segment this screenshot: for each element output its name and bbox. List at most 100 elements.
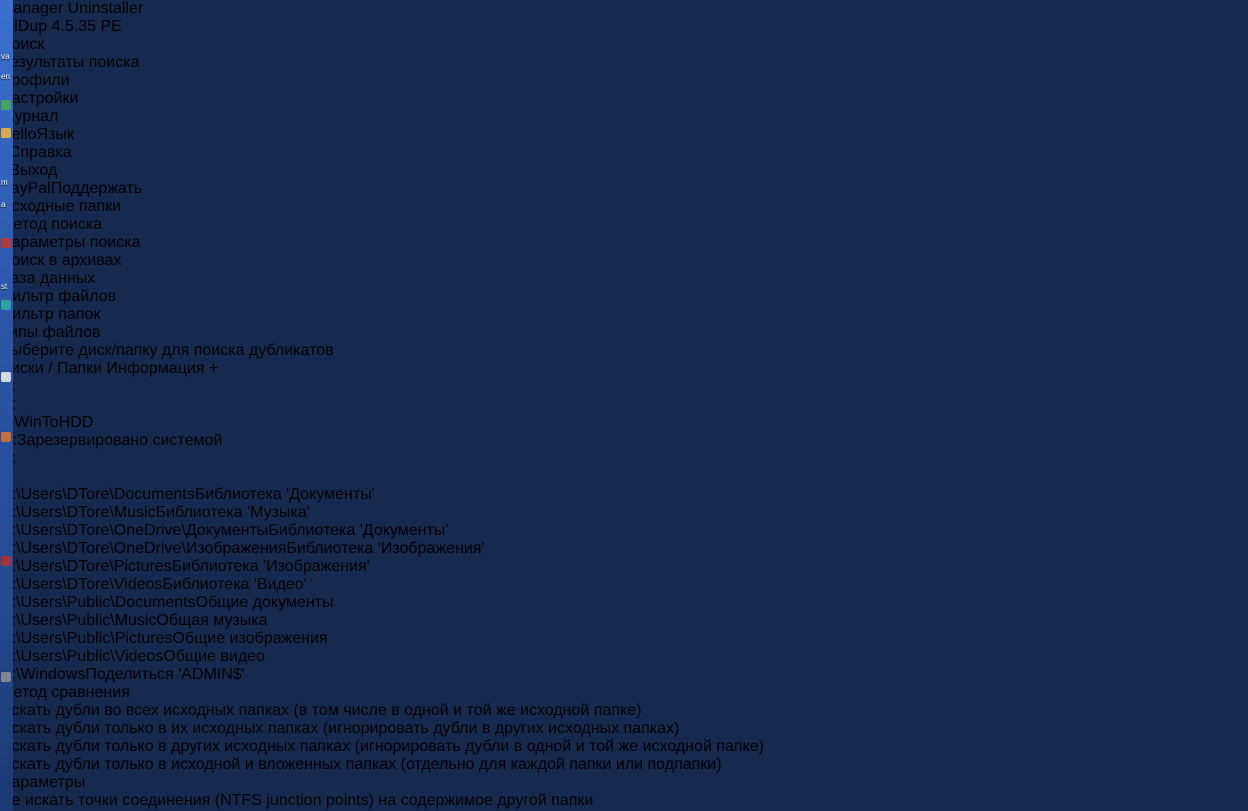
desktop-label-fragment: m <box>1 178 8 187</box>
row-info: Общие изображения <box>172 630 328 647</box>
table-row[interactable]: C:\Users\DTore\DocumentsБиблиотека 'Доку… <box>0 486 1248 504</box>
table-row[interactable]: C:\Users\Public\PicturesОбщие изображени… <box>0 630 1248 648</box>
archive-search-button[interactable]: Поиск в архивах <box>0 252 1248 270</box>
row-path: C:\Users\DTore\Documents <box>0 486 195 503</box>
row-info: Библиотека 'Изображения' <box>286 540 485 557</box>
table-row[interactable]: C:\Users\DTore\MusicБиблиотека 'Музыка' <box>0 504 1248 522</box>
search-results-button[interactable]: Результаты поиска <box>0 54 1248 72</box>
desktop-icon-fragment <box>1 128 11 138</box>
table-row[interactable]: C:\Users\DTore\OneDrive\ДокументыБиблиот… <box>0 522 1248 540</box>
folder-filter-label: Фильтр папок <box>0 306 101 323</box>
alldup-window: AllDup 4.5.35 PE Поиск Результаты поиска П… <box>0 18 1248 811</box>
source-folders-button[interactable]: Исходные папки <box>0 198 1248 216</box>
row-info: Общая музыка <box>156 612 268 629</box>
desktop-icon-fragment <box>1 238 11 248</box>
column-header-info[interactable]: Информация <box>107 360 205 377</box>
folder-filter-button[interactable]: Фильтр папок <box>0 306 1248 324</box>
table-row[interactable]: C:\Users\Public\VideosОбщие видео <box>0 648 1248 666</box>
search-options-button[interactable]: Параметры поиска <box>0 234 1248 252</box>
window-title: AllDup 4.5.35 PE <box>0 18 122 35</box>
table-row[interactable]: G:Зарезервировано системой <box>0 432 1248 450</box>
parameter-options: Не искать точки соединения (NTFS junctio… <box>0 792 1248 811</box>
log-button[interactable]: Журнал <box>0 108 1248 126</box>
row-info: Общие видео <box>163 648 265 665</box>
table-row[interactable]: C:\Users\DTore\VideosБиблиотека 'Видео' <box>0 576 1248 594</box>
desktop-icon-fragment <box>1 100 11 110</box>
search-options-label: Параметры поиска <box>0 234 141 251</box>
main-toolbar: Поиск Результаты поиска Профили Настройки Жу… <box>0 36 1248 198</box>
table-row[interactable]: C:\Users\Public\DocumentsОбщие документы <box>0 594 1248 612</box>
desktop-bottom-edge: Manager Uninstaller <box>0 0 1248 18</box>
search-button[interactable]: Поиск <box>0 36 1248 54</box>
titlebar: AllDup 4.5.35 PE <box>0 18 1248 36</box>
row-path: C:\Users\DTore\OneDrive\Изображения <box>0 540 287 557</box>
help-label: Справка <box>8 144 72 161</box>
radio-label: Искать дубли во всех исходных папках (в … <box>0 702 642 719</box>
desktop-icon-fragment <box>1 556 11 566</box>
row-path: C:\Users\Public\Videos <box>0 648 164 665</box>
parameter-option[interactable]: Не искать точки соединения (NTFS junctio… <box>0 792 1248 810</box>
desktop-label-fragment: a <box>1 200 6 209</box>
archive-search-label: Поиск в архивах <box>0 252 122 269</box>
row-path: C:\Users\Public\Music <box>0 612 157 629</box>
database-button[interactable]: База данных <box>0 270 1248 288</box>
desktop-icon-fragment <box>1 672 11 682</box>
language-label: Язык <box>36 126 74 143</box>
search-settings-toolbar: Исходные папки Метод поиска Параметры поис… <box>0 198 1248 342</box>
row-path: C:\Users\DTore\OneDrive\Документы <box>0 522 269 539</box>
compare-method-group: Метод сравнения Искать дубли во всех исх… <box>0 684 1248 774</box>
desktop-right-edge <box>1237 0 1248 811</box>
table-row[interactable]: C: <box>0 378 1248 396</box>
row-info: Библиотека 'Документы' <box>268 522 449 539</box>
row-info: WinToHDD <box>14 414 94 431</box>
desktop-left-edge: va en m a st <box>0 0 13 811</box>
donate-button[interactable]: PayPalПоддержать <box>0 180 1248 198</box>
desktop-icon-fragment <box>1 432 11 442</box>
compare-method-option[interactable]: Искать дубли во всех исходных папках (в … <box>0 702 1248 720</box>
column-header-drives-folders[interactable]: Диски / Папки <box>0 360 102 377</box>
exit-button[interactable]: ×Выход <box>0 162 1248 180</box>
file-filter-button[interactable]: Фильтр файлов <box>0 288 1248 306</box>
table-rows: C:D:F:WinToHDDG:Зарезервировано системой… <box>0 378 1248 684</box>
source-folders-label: Исходные папки <box>0 198 122 215</box>
exit-label: Выход <box>9 162 58 179</box>
profiles-button[interactable]: Профили <box>0 72 1248 90</box>
radio-label: Искать дубли только в исходной и вложенн… <box>0 756 722 773</box>
compare-method-option[interactable]: Искать дубли только в их исходных папках… <box>0 720 1248 738</box>
source-folders-table: Диски / Папки Информация + C:D:F:WinToHD… <box>0 360 1248 684</box>
language-button[interactable]: HelloЯзык <box>0 126 1248 144</box>
search-method-label: Метод поиска <box>0 216 103 233</box>
search-method-button[interactable]: Метод поиска <box>0 216 1248 234</box>
add-column-button[interactable]: + <box>209 360 218 377</box>
desktop-icon-label: Uninstaller <box>67 0 144 17</box>
table-row[interactable]: I: <box>0 468 1248 486</box>
table-row[interactable]: F:WinToHDD <box>0 414 1248 432</box>
desktop-icon-fragment <box>1 372 11 382</box>
compare-method-option[interactable]: Искать дубли только в исходной и вложенн… <box>0 756 1248 774</box>
row-path: C:\Users\DTore\Videos <box>0 576 163 593</box>
page-title: Выберите диск/папку для поиска дубликато… <box>0 342 334 359</box>
desktop-label-fragment: en <box>1 72 10 81</box>
desktop-label-fragment: va <box>1 52 10 61</box>
compare-method-title: Метод сравнения <box>0 684 130 701</box>
row-path: C:\Users\DTore\Music <box>0 504 156 521</box>
search-results-label: Результаты поиска <box>0 54 140 71</box>
row-path: C:\Users\Public\Pictures <box>0 630 173 647</box>
table-row[interactable]: D: <box>0 396 1248 414</box>
file-types-button[interactable]: Типы файлов <box>0 324 1248 342</box>
database-label: База данных <box>0 270 96 287</box>
table-header: Диски / Папки Информация + <box>0 360 1248 378</box>
help-button[interactable]: ?Справка <box>0 144 1248 162</box>
table-row[interactable]: C:\Users\Public\MusicОбщая музыка <box>0 612 1248 630</box>
row-info: Библиотека 'Музыка' <box>155 504 310 521</box>
table-row[interactable]: C:\WindowsПоделиться 'ADMIN$' <box>0 666 1248 684</box>
row-info: Зарезервировано системой <box>16 432 223 449</box>
parameters-group: Параметры Не искать точки соединения (NT… <box>0 774 1248 811</box>
compare-method-option[interactable]: Искать дубли только в других исходных па… <box>0 738 1248 756</box>
table-row[interactable]: C:\Users\DTore\PicturesБиблиотека 'Изобр… <box>0 558 1248 576</box>
settings-button[interactable]: Настройки <box>0 90 1248 108</box>
desktop-label-fragment: st <box>1 282 8 291</box>
table-row[interactable]: H: <box>0 450 1248 468</box>
radio-label: Искать дубли только в других исходных па… <box>0 738 764 755</box>
table-row[interactable]: C:\Users\DTore\OneDrive\ИзображенияБибли… <box>0 540 1248 558</box>
